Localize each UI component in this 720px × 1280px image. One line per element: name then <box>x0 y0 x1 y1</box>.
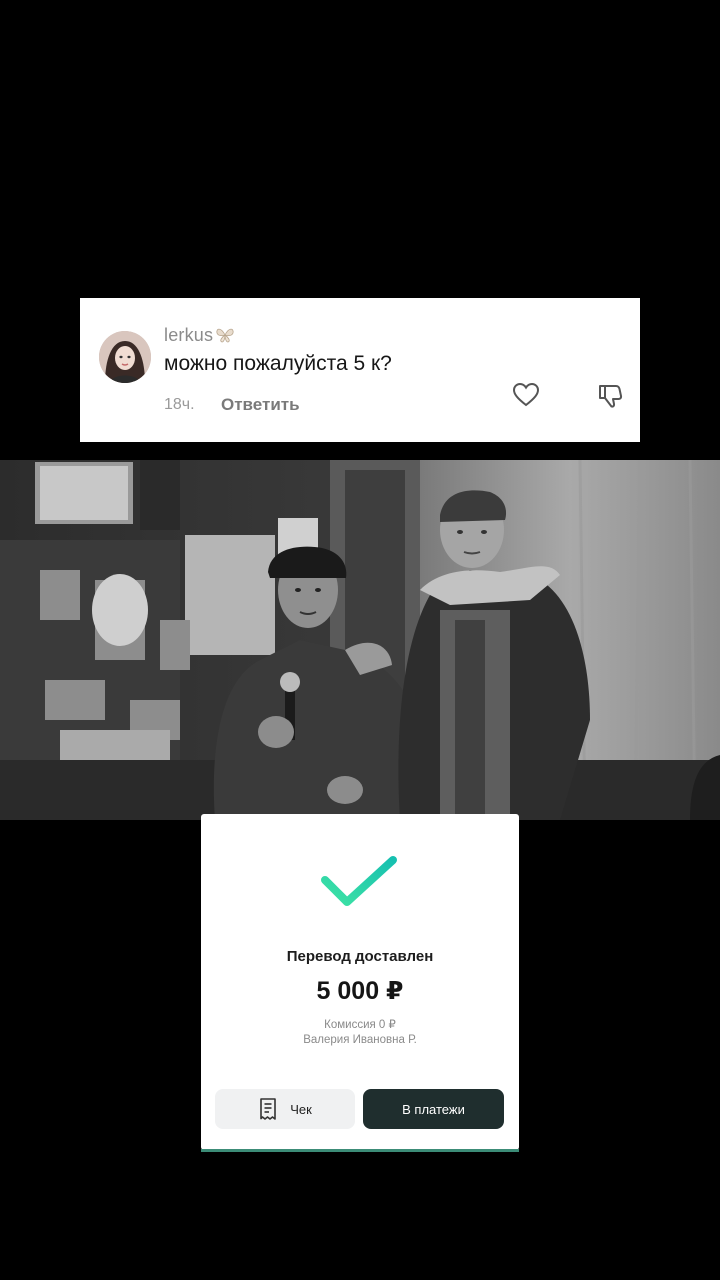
comment-time: 18ч. <box>164 396 195 413</box>
to-payments-button[interactable]: В платежи <box>363 1089 504 1129</box>
receipt-button[interactable]: Чек <box>215 1089 355 1129</box>
scene-photo <box>0 460 720 820</box>
transfer-fee: Комиссия 0 ₽ <box>324 1019 396 1031</box>
document-icon <box>258 1098 278 1120</box>
butterfly-emoji-icon <box>215 327 235 348</box>
comment-username[interactable]: lerkus <box>164 325 235 348</box>
thumbs-down-outline-icon[interactable] <box>596 382 624 410</box>
card-bottom-accent <box>201 1149 519 1152</box>
avatar[interactable] <box>99 331 151 383</box>
transfer-recipient: Валерия Ивановна Р. <box>303 1034 417 1046</box>
transfer-status-title: Перевод доставлен <box>286 948 434 965</box>
username-text[interactable]: lerkus <box>164 325 213 345</box>
reply-button[interactable]: Ответить <box>221 395 300 415</box>
checkmark-icon <box>317 852 401 914</box>
transfer-amount: 5 000 ₽ <box>316 977 404 1005</box>
heart-outline-icon[interactable] <box>512 382 540 408</box>
transfer-receipt-card: Перевод доставлен 5 000 ₽ Комиссия 0 ₽ В… <box>201 814 519 1152</box>
comment-text: можно пожалуйста 5 к? <box>164 352 392 375</box>
comment-card: lerkus можно пожалуйста 5 к? 18ч. Ответи… <box>80 298 640 442</box>
receipt-button-label: Чек <box>290 1101 312 1117</box>
